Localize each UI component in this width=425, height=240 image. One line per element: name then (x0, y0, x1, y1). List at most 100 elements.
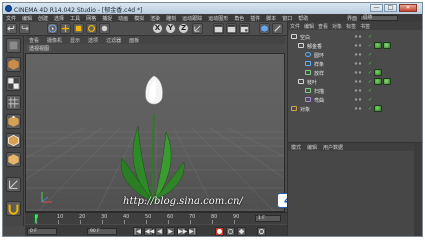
edges-mode-button[interactable] (6, 133, 21, 148)
snap-button[interactable] (6, 201, 21, 216)
menu-mesh[interactable]: 网格 (83, 14, 99, 22)
recent-tool-button[interactable] (99, 23, 110, 34)
maximize-button[interactable]: □ (384, 4, 397, 12)
close-button[interactable]: ✕ (399, 4, 417, 12)
enabled-check-icon[interactable]: ✓ (368, 97, 372, 103)
menu-mograph[interactable]: 运动图形 (205, 14, 231, 22)
am-menu-userdata[interactable]: 用户数据 (320, 143, 346, 151)
scale-tool-button[interactable] (73, 23, 84, 34)
spline-pen-button[interactable] (272, 23, 283, 34)
coordinate-system-button[interactable] (192, 23, 203, 34)
autokey-button[interactable] (226, 227, 235, 236)
go-to-start-button[interactable]: |◀ (133, 227, 142, 236)
enabled-check-icon[interactable]: ✓ (368, 61, 372, 67)
axis-z-button[interactable]: Z (178, 23, 189, 34)
om-menu-edit[interactable]: 编辑 (302, 22, 316, 30)
polygons-mode-button[interactable] (6, 152, 21, 167)
redo-button[interactable] (19, 23, 30, 34)
visibility-dots-icon[interactable] (354, 89, 366, 92)
om-menu-view[interactable]: 查看 (316, 22, 330, 30)
menu-file[interactable]: 文件 (3, 14, 19, 22)
object-name[interactable]: 样条 (314, 61, 324, 68)
axis-x-button[interactable]: X (152, 23, 163, 34)
visibility-dots-icon[interactable] (354, 44, 366, 47)
previous-key-button[interactable]: ◀◀ (144, 227, 154, 236)
menu-render[interactable]: 渲染 (147, 14, 163, 22)
am-menu-edit[interactable]: 编辑 (304, 143, 320, 151)
enabled-check-icon[interactable]: ✓ (368, 43, 372, 49)
menu-script[interactable]: 脚本 (263, 14, 279, 22)
timeline-ruler[interactable]: 0 10 20 30 40 50 60 70 80 90 1 F (25, 212, 287, 224)
menu-window[interactable]: 窗口 (279, 14, 295, 22)
menu-sculpt[interactable]: 雕刻 (163, 14, 179, 22)
om-menu-file[interactable]: 文件 (288, 22, 302, 30)
enabled-check-icon[interactable]: ✓ (368, 52, 372, 58)
minimize-button[interactable]: — (370, 4, 383, 12)
enabled-check-icon[interactable]: ✓ (368, 34, 372, 40)
texture-mode-button[interactable] (6, 76, 21, 91)
menu-tools[interactable]: 工具 (67, 14, 83, 22)
enabled-check-icon[interactable]: ✓ (368, 79, 372, 85)
object-name[interactable]: 对象 (300, 106, 310, 113)
visibility-dots-icon[interactable] (354, 35, 366, 38)
menu-motion-tracking[interactable]: 运动跟踪 (179, 14, 205, 22)
menu-plugins[interactable]: 插件 (247, 14, 263, 22)
render-view-button[interactable] (213, 23, 224, 34)
object-name[interactable]: 枝叶 (307, 79, 317, 86)
object-row[interactable]: 扫描 ✓ (288, 87, 416, 95)
viewport-menu-display[interactable]: 显示 (66, 36, 84, 44)
am-menu-mode[interactable]: 模式 (288, 143, 304, 151)
menu-simulate[interactable]: 模拟 (131, 14, 147, 22)
object-row[interactable]: 样条 ✓ (288, 60, 416, 68)
live-select-button[interactable] (47, 23, 58, 34)
points-mode-button[interactable] (6, 114, 21, 129)
perspective-viewport[interactable] (25, 53, 285, 212)
menu-animate[interactable]: 动画 (115, 14, 131, 22)
menu-edit[interactable]: 编辑 (19, 14, 35, 22)
record-button[interactable] (215, 227, 224, 236)
object-name[interactable]: 郁金香 (307, 43, 322, 50)
rotate-tool-button[interactable] (86, 23, 97, 34)
object-row[interactable]: 空白 ✓ (288, 33, 416, 41)
object-name[interactable]: 弯曲 (314, 97, 324, 104)
om-menu-objects[interactable]: 对象 (330, 22, 344, 30)
keyframe-selection-button[interactable] (237, 227, 246, 236)
visibility-dots-icon[interactable] (354, 53, 366, 56)
object-row[interactable]: 弯曲 ✓ (288, 96, 416, 104)
menu-character[interactable]: 角色 (231, 14, 247, 22)
viewport-menu-view[interactable]: 查看 (25, 36, 43, 44)
cube-primitive-button[interactable] (259, 23, 270, 34)
object-row[interactable]: 郁金香 ✓ (288, 42, 416, 50)
workplane-button[interactable] (6, 95, 21, 110)
material-tag-icon[interactable] (383, 78, 391, 85)
visibility-dots-icon[interactable] (354, 71, 366, 74)
move-tool-button[interactable] (60, 23, 71, 34)
enabled-check-icon[interactable]: ✓ (368, 106, 372, 112)
object-row[interactable]: 圆环 ✓ (288, 51, 416, 59)
material-tag-icon[interactable] (374, 78, 382, 85)
material-tag-icon[interactable] (374, 42, 382, 49)
menu-select[interactable]: 选择 (51, 14, 67, 22)
menu-create[interactable]: 创建 (35, 14, 51, 22)
object-row[interactable]: 对象 ✓ (288, 105, 416, 113)
model-mode-button[interactable] (6, 57, 21, 72)
end-frame-field[interactable]: 90 F (87, 228, 117, 235)
material-tag-icon[interactable] (383, 42, 391, 49)
axis-mode-button[interactable] (6, 177, 21, 192)
make-editable-button[interactable] (6, 38, 21, 53)
play-forwards-button[interactable]: ▶ (166, 227, 175, 236)
visibility-dots-icon[interactable] (354, 80, 366, 83)
viewport-menu-cameras[interactable]: 摄像机 (43, 36, 66, 44)
material-tag-icon[interactable] (374, 69, 382, 76)
render-picture-viewer-button[interactable] (226, 23, 237, 34)
om-menu-bookmarks[interactable]: 书签 (358, 22, 372, 30)
timeline-settings-button[interactable] (257, 227, 266, 236)
viewport-menu-filter[interactable]: 过滤器 (102, 36, 125, 44)
material-tag-icon[interactable] (374, 105, 382, 112)
visibility-dots-icon[interactable] (354, 62, 366, 65)
menu-help[interactable]: 帮助 (295, 14, 311, 22)
render-settings-button[interactable] (239, 23, 250, 34)
menu-snap[interactable]: 捕捉 (99, 14, 115, 22)
layout-select[interactable]: 启动 (360, 15, 398, 21)
play-backwards-button[interactable]: ◀ (155, 227, 164, 236)
